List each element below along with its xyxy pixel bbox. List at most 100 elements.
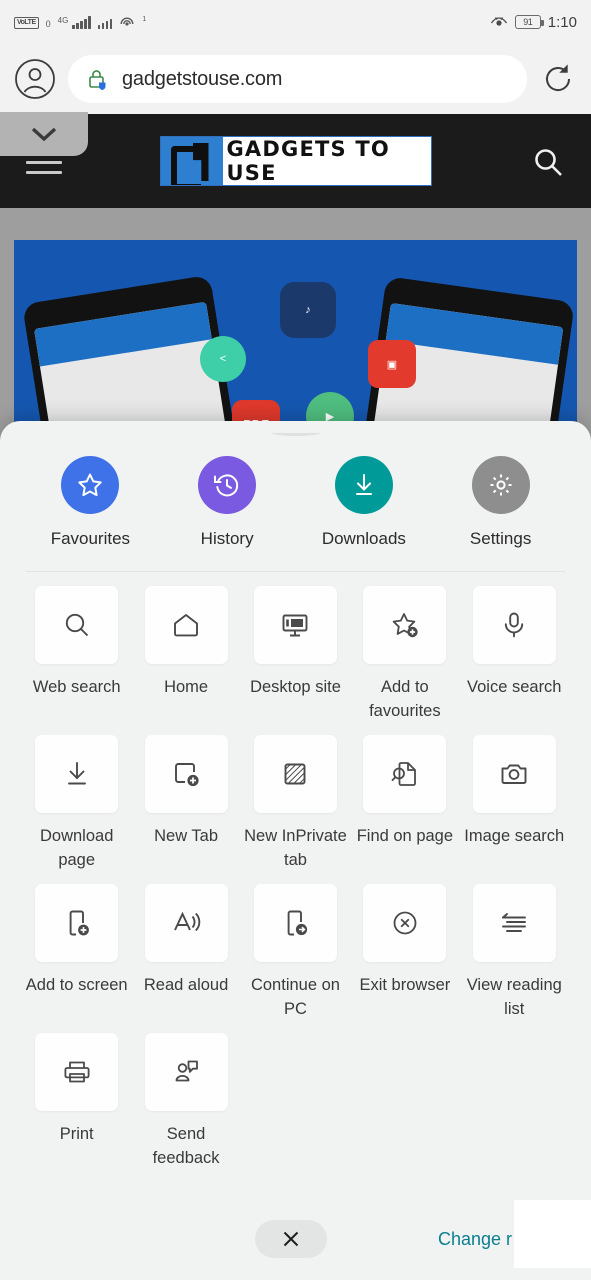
- menu-tile[interactable]: [472, 884, 556, 962]
- menu-tile[interactable]: [472, 586, 556, 664]
- logo-title: GADGETS TO USE: [222, 137, 431, 185]
- search-icon: [61, 609, 93, 641]
- volte-icon: VoLTE: [14, 17, 39, 29]
- menu-tile[interactable]: [363, 735, 447, 813]
- menu-grid: Web search Home Desktop site Add to favo…: [0, 572, 591, 1182]
- menu-item-label: Home: [164, 678, 209, 696]
- logo-mark-icon: [160, 137, 223, 185]
- site-logo: GADGETS TO USE NEWS | UNBOXING | REVIEWS…: [159, 136, 432, 186]
- app-icon-image: ▣: [368, 340, 416, 388]
- menu-tile[interactable]: [35, 586, 119, 664]
- browser-menu-sheet: Favourites History Downloads Settings We…: [0, 421, 591, 1280]
- menu-tile[interactable]: [363, 884, 447, 962]
- menu-item-label: Add to favourites: [369, 678, 441, 720]
- download-icon: [349, 470, 379, 500]
- camera-icon: [498, 758, 530, 790]
- menu-grid-empty-slot: [350, 1033, 459, 1170]
- menu-tile[interactable]: [35, 884, 119, 962]
- menu-grid-empty-slot: [460, 1033, 569, 1170]
- chevron-down-icon: [27, 124, 61, 144]
- settings-circle: [471, 456, 530, 514]
- menu-tile[interactable]: [144, 586, 228, 664]
- menu-item-download-page[interactable]: Download page: [22, 735, 131, 872]
- menu-item-label: Desktop site: [250, 678, 341, 696]
- home-icon: [170, 609, 202, 641]
- quick-action-label: History: [200, 529, 254, 548]
- menu-item-exit-browser[interactable]: Exit browser: [350, 884, 459, 1021]
- menu-tile[interactable]: [253, 586, 337, 664]
- menu-tile[interactable]: [253, 735, 337, 813]
- quick-action-history[interactable]: History: [159, 456, 296, 549]
- sim-indicator: 0: [45, 19, 51, 29]
- url-field[interactable]: gadgetstouse.com: [68, 55, 527, 103]
- menu-item-new-inprivate-tab[interactable]: New InPrivate tab: [241, 735, 350, 872]
- menu-tile[interactable]: [35, 735, 119, 813]
- find-on-page-icon: [389, 758, 421, 790]
- history-circle: [198, 456, 257, 514]
- menu-item-voice-search[interactable]: Voice search: [460, 586, 569, 723]
- menu-item-image-search[interactable]: Image search: [460, 735, 569, 872]
- download-icon: [61, 758, 93, 790]
- printer-icon: [61, 1056, 93, 1088]
- star-icon: [75, 470, 105, 500]
- menu-item-view-reading-list[interactable]: View reading list: [460, 884, 569, 1021]
- clock: 1:10: [547, 13, 577, 31]
- menu-item-add-to-favourites[interactable]: Add to favourites: [350, 586, 459, 723]
- menu-item-print[interactable]: Print: [22, 1033, 131, 1170]
- hamburger-menu-icon[interactable]: [26, 161, 62, 181]
- quick-action-settings[interactable]: Settings: [432, 456, 569, 549]
- site-header: GADGETS TO USE NEWS | UNBOXING | REVIEWS…: [0, 112, 591, 208]
- search-icon[interactable]: [531, 145, 565, 179]
- menu-item-add-to-screen[interactable]: Add to screen: [22, 884, 131, 1021]
- inprivate-icon: [279, 758, 311, 790]
- change-region-link[interactable]: Change r: [438, 1229, 512, 1250]
- reload-icon[interactable]: [539, 60, 577, 98]
- close-sheet-button[interactable]: [255, 1220, 327, 1258]
- account-circle-icon[interactable]: [14, 58, 56, 100]
- menu-item-home[interactable]: Home: [131, 586, 240, 723]
- feedback-icon: [170, 1056, 202, 1088]
- menu-tile[interactable]: [144, 1033, 228, 1111]
- tab-switcher-button[interactable]: [0, 112, 88, 156]
- battery-level: 91: [523, 17, 533, 27]
- new-tab-icon: [170, 758, 202, 790]
- menu-tile[interactable]: [35, 1033, 119, 1111]
- signal-bars-sim1-icon: [72, 16, 91, 29]
- menu-item-label: Continue on PC: [250, 976, 340, 1018]
- menu-item-read-aloud[interactable]: Read aloud: [131, 884, 240, 1021]
- status-bar-left: VoLTE 0 4G 1: [14, 15, 146, 29]
- menu-tile[interactable]: [472, 735, 556, 813]
- menu-item-label: Send feedback: [152, 1125, 220, 1167]
- microphone-icon: [498, 609, 530, 641]
- quick-action-label: Favourites: [50, 529, 131, 548]
- menu-tile[interactable]: [144, 884, 228, 962]
- menu-item-desktop-site[interactable]: Desktop site: [241, 586, 350, 723]
- reading-list-icon: [498, 907, 530, 939]
- menu-tile[interactable]: [253, 884, 337, 962]
- menu-item-continue-on-pc[interactable]: Continue on PC: [241, 884, 350, 1021]
- menu-item-send-feedback[interactable]: Send feedback: [131, 1033, 240, 1170]
- quick-action-label: Settings: [469, 529, 532, 548]
- menu-tile[interactable]: [363, 586, 447, 664]
- menu-tile[interactable]: [144, 735, 228, 813]
- menu-item-new-tab[interactable]: New Tab: [131, 735, 240, 872]
- menu-item-label: Print: [59, 1125, 94, 1143]
- app-icon-music: ♪: [280, 282, 336, 338]
- quick-action-downloads[interactable]: Downloads: [296, 456, 433, 549]
- history-icon: [212, 470, 242, 500]
- hotspot-icon: [119, 15, 135, 29]
- url-text[interactable]: gadgetstouse.com: [122, 68, 282, 91]
- menu-item-label: Read aloud: [143, 976, 229, 994]
- menu-item-web-search[interactable]: Web search: [22, 586, 131, 723]
- signal-bars-sim2-icon: [97, 16, 113, 29]
- network-gen-label: 4G: [57, 16, 69, 25]
- sheet-drag-handle[interactable]: [270, 429, 321, 436]
- secure-lock-icon: [86, 67, 108, 91]
- status-bar: VoLTE 0 4G 1 91 1:10: [0, 0, 591, 44]
- quick-action-favourites[interactable]: Favourites: [22, 456, 159, 549]
- favourites-circle: [61, 456, 120, 514]
- menu-item-label: Add to screen: [25, 976, 128, 994]
- desktop-monitor-icon: [279, 609, 311, 641]
- browser-toolbar: gadgetstouse.com: [0, 44, 591, 114]
- menu-item-find-on-page[interactable]: Find on page: [350, 735, 459, 872]
